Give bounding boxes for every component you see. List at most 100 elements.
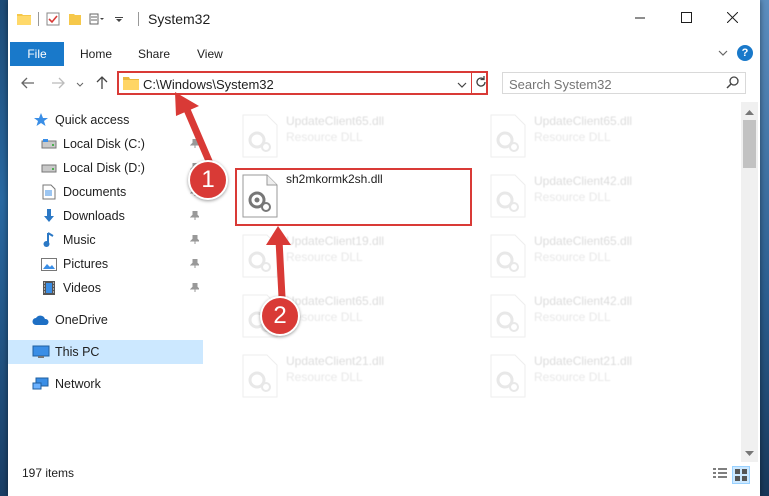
up-button[interactable] bbox=[90, 72, 114, 96]
search-input[interactable] bbox=[507, 75, 721, 93]
pin-icon[interactable] bbox=[189, 257, 201, 271]
recent-locations-button[interactable] bbox=[68, 72, 92, 96]
tab-file[interactable]: File bbox=[10, 42, 64, 66]
file-item[interactable]: UpdateClient65.dll Resource DLL bbox=[235, 108, 465, 164]
computer-icon bbox=[32, 344, 50, 360]
file-item[interactable]: UpdateClient65.dll Resource DLL bbox=[483, 108, 713, 164]
new-folder-icon[interactable] bbox=[67, 11, 83, 27]
pin-icon[interactable] bbox=[189, 209, 201, 223]
file-explorer-window: System32 File Home Share View ? C:\Windo… bbox=[8, 0, 760, 496]
address-dropdown-icon[interactable] bbox=[457, 78, 467, 92]
scrollbar-thumb[interactable] bbox=[743, 120, 756, 168]
pin-icon[interactable] bbox=[189, 233, 201, 247]
scroll-down-icon[interactable] bbox=[745, 446, 754, 460]
file-name: UpdateClient42.dll bbox=[534, 174, 633, 188]
file-type: Resource DLL bbox=[286, 130, 363, 144]
sidebar-item-network[interactable]: Network bbox=[32, 372, 202, 396]
sidebar-item-music[interactable]: Music bbox=[40, 228, 203, 252]
sidebar-item-label: Local Disk (D:) bbox=[63, 161, 145, 175]
sidebar-item-label: Videos bbox=[63, 281, 101, 295]
details-view-icon[interactable] bbox=[712, 466, 728, 482]
file-item[interactable]: UpdateClient65.dll Resource DLL bbox=[483, 228, 713, 284]
arrow-up-icon bbox=[96, 75, 108, 93]
navigation-bar: C:\Windows\System32 bbox=[8, 66, 760, 102]
sidebar-item-documents[interactable]: Documents bbox=[40, 180, 203, 204]
tab-view[interactable]: View bbox=[197, 42, 223, 66]
sidebar-item-label: Documents bbox=[63, 185, 127, 199]
search-box[interactable] bbox=[502, 72, 746, 94]
dll-file-icon bbox=[489, 354, 527, 398]
download-icon bbox=[40, 208, 58, 224]
file-item[interactable]: UpdateClient42.dll Resource DLL bbox=[483, 168, 713, 224]
arrow-left-icon bbox=[21, 77, 35, 92]
sidebar-item-pictures[interactable]: Pictures bbox=[40, 252, 203, 276]
sidebar-item-local-disk-c[interactable]: Local Disk (C:) bbox=[40, 132, 203, 156]
expand-ribbon-icon[interactable] bbox=[718, 46, 728, 60]
file-type: Resource DLL bbox=[286, 250, 363, 264]
chevron-down-icon bbox=[76, 77, 84, 91]
title-bar: System32 bbox=[8, 0, 760, 38]
back-button[interactable] bbox=[16, 72, 40, 96]
sidebar-item-label: Network bbox=[55, 377, 101, 391]
dll-file-icon bbox=[241, 234, 279, 278]
large-icons-view-icon[interactable] bbox=[732, 466, 750, 484]
minimize-icon bbox=[635, 12, 645, 26]
sidebar-item-videos[interactable]: Videos bbox=[40, 276, 203, 300]
address-bar[interactable]: C:\Windows\System32 bbox=[117, 71, 488, 95]
refresh-button[interactable] bbox=[471, 73, 489, 93]
navigation-pane: Quick access Local Disk (C:) Local Disk … bbox=[8, 102, 203, 462]
folder-icon bbox=[16, 11, 32, 27]
sidebar-item-this-pc[interactable]: This PC bbox=[8, 340, 203, 364]
documents-icon bbox=[40, 184, 58, 200]
file-item[interactable]: UpdateClient42.dll Resource DLL bbox=[483, 288, 713, 344]
window-title: System32 bbox=[148, 11, 211, 27]
file-name: UpdateClient65.dll bbox=[534, 234, 633, 248]
videos-icon bbox=[40, 280, 58, 296]
properties-icon[interactable] bbox=[45, 11, 61, 27]
file-type: Resource DLL bbox=[534, 370, 611, 384]
refresh-icon bbox=[475, 75, 487, 91]
tab-share[interactable]: Share bbox=[138, 42, 170, 66]
sidebar-item-label: Downloads bbox=[63, 209, 125, 223]
arrow-right-icon bbox=[51, 77, 65, 92]
forward-button[interactable] bbox=[46, 72, 70, 96]
file-name: UpdateClient65.dll bbox=[534, 114, 633, 128]
help-icon[interactable]: ? bbox=[737, 45, 753, 61]
sidebar-item-onedrive[interactable]: OneDrive bbox=[32, 308, 202, 332]
close-button[interactable] bbox=[709, 0, 755, 38]
item-count: 197 items bbox=[22, 466, 75, 480]
pin-icon[interactable] bbox=[189, 281, 201, 295]
sidebar-item-label: OneDrive bbox=[55, 313, 108, 327]
chevron-down-icon[interactable] bbox=[111, 11, 127, 27]
star-icon bbox=[32, 112, 50, 128]
pin-icon[interactable] bbox=[189, 137, 201, 151]
drive-icon bbox=[40, 136, 58, 152]
scroll-up-icon[interactable] bbox=[745, 104, 754, 118]
minimize-button[interactable] bbox=[617, 0, 663, 38]
file-type: Resource DLL bbox=[534, 130, 611, 144]
dll-file-icon bbox=[241, 114, 279, 158]
sidebar-item-local-disk-d[interactable]: Local Disk (D:) bbox=[40, 156, 203, 180]
sidebar-item-label: Music bbox=[63, 233, 96, 247]
vertical-scrollbar[interactable] bbox=[741, 102, 758, 462]
maximize-button[interactable] bbox=[663, 0, 709, 38]
file-name: UpdateClient21.dll bbox=[286, 354, 385, 368]
file-type: Resource DLL bbox=[534, 310, 611, 324]
pictures-icon bbox=[40, 256, 58, 272]
search-icon[interactable] bbox=[726, 76, 739, 92]
dll-file-icon bbox=[489, 174, 527, 218]
music-icon bbox=[40, 232, 58, 248]
file-item[interactable]: UpdateClient21.dll Resource DLL bbox=[235, 348, 465, 404]
file-item[interactable]: UpdateClient19.dll Resource DLL bbox=[235, 228, 465, 284]
close-icon bbox=[726, 11, 738, 26]
customize-toolbar-icon[interactable] bbox=[89, 11, 105, 27]
toolbar-separator bbox=[38, 12, 39, 26]
file-item[interactable]: UpdateClient21.dll Resource DLL bbox=[483, 348, 713, 404]
address-path[interactable]: C:\Windows\System32 bbox=[143, 77, 274, 92]
sidebar-item-quick-access[interactable]: Quick access bbox=[32, 108, 202, 132]
title-separator bbox=[138, 12, 139, 26]
sidebar-item-downloads[interactable]: Downloads bbox=[40, 204, 203, 228]
cloud-icon bbox=[32, 312, 50, 328]
step-1-badge: 1 bbox=[188, 160, 228, 200]
tab-home[interactable]: Home bbox=[80, 42, 112, 66]
